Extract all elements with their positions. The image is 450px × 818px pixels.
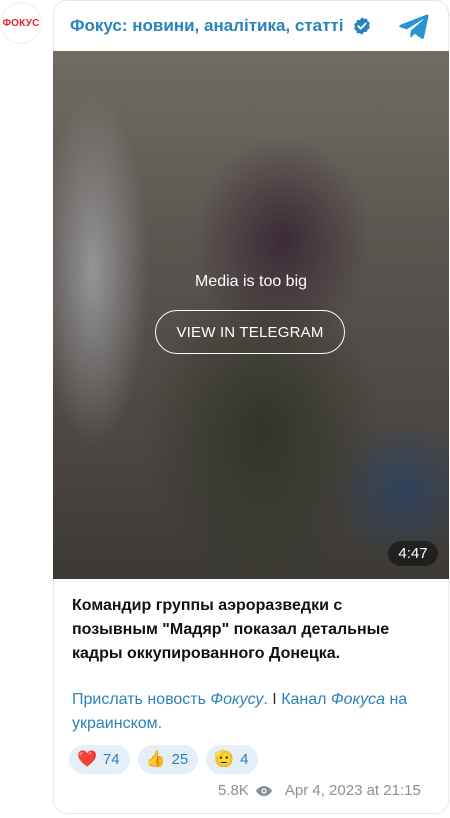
telegram-icon[interactable] xyxy=(398,10,430,42)
link-separator: I xyxy=(267,691,282,708)
channel-avatar[interactable]: ФОКУС xyxy=(0,2,42,44)
salute-icon: 🫡 xyxy=(214,750,235,768)
post-date[interactable]: Apr 4, 2023 at 21:15 xyxy=(285,782,421,799)
reaction-thumbs-up[interactable]: 👍 25 xyxy=(137,745,199,774)
post-header: Фокус: новини, аналітика, статті xyxy=(70,12,372,40)
verified-icon xyxy=(353,17,370,35)
view-count: 5.8K xyxy=(218,782,249,799)
avatar-text: ФОКУС xyxy=(2,17,40,29)
eye-icon xyxy=(255,785,272,796)
video-preview[interactable]: Media is too big VIEW IN TELEGRAM 4:47 xyxy=(53,51,449,579)
reaction-heart[interactable]: ❤️ 74 xyxy=(69,745,130,774)
reactions-bar: ❤️ 74 👍 25 🫡 4 xyxy=(69,745,259,774)
media-too-big-text: Media is too big xyxy=(194,273,308,290)
reaction-count: 74 xyxy=(102,751,120,768)
reaction-count: 25 xyxy=(171,751,189,768)
post-text: Командир группы аэроразведки с позывным … xyxy=(72,597,390,662)
heart-icon: ❤️ xyxy=(77,750,97,768)
post-links: Прислать новость Фокусу. I Канал Фокуса … xyxy=(72,688,432,736)
channel-title[interactable]: Фокус: новини, аналітика, статті xyxy=(70,16,344,36)
view-in-telegram-button[interactable]: VIEW IN TELEGRAM xyxy=(155,310,345,354)
reaction-salute[interactable]: 🫡 4 xyxy=(206,745,259,774)
send-news-link[interactable]: Прислать новость Фокусу. xyxy=(72,691,268,708)
post-footer: 5.8K Apr 4, 2023 at 21:15 xyxy=(218,782,421,799)
reaction-count: 4 xyxy=(240,751,249,768)
video-duration-badge: 4:47 xyxy=(388,541,438,566)
thumbs-up-icon: 👍 xyxy=(145,750,166,768)
